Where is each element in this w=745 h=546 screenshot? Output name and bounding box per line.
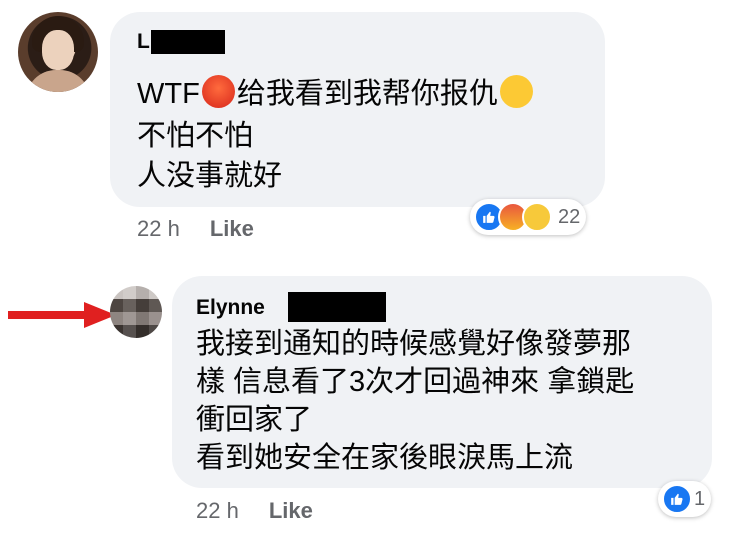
reaction-summary[interactable]: 22 bbox=[470, 199, 587, 235]
like-link[interactable]: Like bbox=[269, 498, 313, 523]
avatar-face bbox=[42, 30, 74, 70]
kissing-face-emoji-icon bbox=[499, 75, 533, 108]
comment-text: WTF bbox=[137, 78, 200, 110]
redaction-bar bbox=[288, 292, 386, 322]
like-icon bbox=[662, 484, 692, 514]
comment-text: 给我看到我帮你报仇 bbox=[236, 78, 498, 110]
comment-text: 衝回家了 bbox=[196, 404, 313, 436]
redaction-bar bbox=[151, 30, 225, 54]
haha-icon bbox=[522, 202, 552, 232]
comment-text: 我接到通知的時候感覺好像發夢那 bbox=[196, 328, 632, 360]
comment-author[interactable]: Elynne bbox=[196, 296, 265, 320]
comment-text-line: WTF 给我看到我帮你报仇 bbox=[137, 74, 535, 114]
avatar-body bbox=[26, 70, 90, 92]
comment-author[interactable]: L bbox=[137, 30, 150, 54]
comment-meta: 22 h Like bbox=[137, 216, 254, 242]
like-link[interactable]: Like bbox=[210, 216, 254, 241]
reaction-count: 1 bbox=[694, 487, 706, 510]
avatar[interactable] bbox=[110, 286, 162, 338]
timestamp[interactable]: 22 h bbox=[196, 498, 239, 523]
comment-text: 樣 信息看了3次才回過神來 拿鎖匙 bbox=[196, 366, 635, 398]
reaction-summary[interactable]: 1 bbox=[658, 481, 712, 517]
comment-text: 人没事就好 bbox=[137, 160, 283, 192]
timestamp[interactable]: 22 h bbox=[137, 216, 180, 241]
comment-text: 看到她安全在家後眼淚馬上流 bbox=[196, 442, 574, 474]
comment-text: 不怕不怕 bbox=[137, 120, 254, 152]
avatar[interactable] bbox=[18, 12, 98, 92]
red-arrow-icon bbox=[8, 302, 116, 328]
comment-meta: 22 h Like bbox=[196, 498, 313, 524]
angry-face-emoji-icon bbox=[201, 75, 235, 108]
reaction-count: 22 bbox=[558, 205, 581, 228]
